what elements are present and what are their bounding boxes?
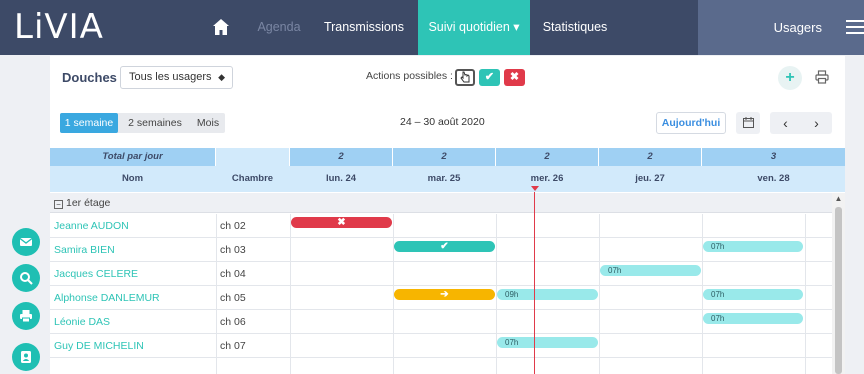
resident-room: ch 03 [220,244,246,256]
event-scheduled[interactable]: 09h [497,289,598,300]
app-logo[interactable]: LiVIA [14,6,104,48]
total-label: Total par jour [50,148,215,166]
scroll-up-icon[interactable]: ▲ [832,193,845,205]
scroll-thumb[interactable] [835,207,842,374]
resident-room: ch 05 [220,292,246,304]
action-validate-button[interactable]: ✔ [479,69,500,86]
col-name-header[interactable]: Nom [50,166,215,192]
floor-group-header[interactable]: −1er étage [50,193,832,213]
total-day-5: 3 [702,148,845,166]
range-selector: 1 semaine 2 semaines Mois [60,113,225,133]
total-day-4: 2 [599,148,701,166]
resident-name[interactable]: Léonie DAS [54,310,110,334]
event-scheduled[interactable]: 07h [600,265,701,276]
date-range: 24 – 30 août 2020 [400,116,485,128]
main-card: Douches Tous les usagers ◆ Actions possi… [50,56,845,374]
range-mois[interactable]: Mois [191,113,225,133]
event-done[interactable]: ✔ [394,241,495,252]
hamburger-icon[interactable] [846,20,864,34]
col-room-header[interactable]: Chambre [216,166,289,192]
table-row: Léonie DAS ch 06 07h [50,310,832,334]
mail-button[interactable] [12,228,40,256]
event-scheduled[interactable]: 07h [703,241,803,252]
nav-transmissions[interactable]: Transmissions [318,0,410,55]
resident-room: ch 07 [220,340,246,352]
event-postponed[interactable]: ➔ [394,289,495,300]
next-period-button[interactable]: › [801,112,832,134]
today-button[interactable]: Aujourd'hui [656,112,726,134]
nav-statistiques[interactable]: Statistiques [534,0,616,55]
actions-label: Actions possibles : [366,70,453,82]
total-day-1: 2 [290,148,392,166]
event-scheduled[interactable]: 07h [703,313,803,324]
usager-filter-select[interactable]: Tous les usagers ◆ [120,66,233,89]
usagers-menu: Usagers [698,0,864,55]
event-refused[interactable]: ✖ [291,217,392,228]
table-row: Samira BIEN ch 03 ✔ 07h [50,238,832,262]
action-hand-button[interactable] [455,69,475,86]
resident-room: ch 02 [220,220,246,232]
planning-grid: Total par jour 2 2 2 2 3 Nom Chambre lun… [50,148,845,374]
today-line [534,192,535,374]
day-header-3: mer. 26 [530,173,564,184]
table-row: Jeanne AUDON ch 02 ✖ [50,214,832,238]
vertical-scrollbar[interactable]: ▲ [832,193,845,374]
pointer-hand-icon [460,71,470,83]
action-refuse-button[interactable]: ✖ [504,69,525,86]
mail-icon [19,237,33,246]
prev-period-button[interactable]: ‹ [770,112,801,134]
nav-agenda[interactable]: Agenda [250,0,308,55]
home-icon[interactable] [212,18,230,36]
resident-name[interactable]: Alphonse DANLEMUR [54,286,160,310]
print-button[interactable] [12,302,40,330]
resident-name[interactable]: Jacques CELERE [54,262,138,286]
day-header-4: jeu. 27 [635,173,665,184]
floor-label: 1er étage [66,197,111,209]
calendar-icon [742,117,754,128]
print-icon [20,310,32,323]
totals-gap [216,148,289,166]
table-row: Guy DE MICHELIN ch 07 07h [50,334,832,358]
search-icon [20,272,33,285]
total-day-2: 2 [393,148,495,166]
nav-usagers[interactable]: Usagers [698,0,830,55]
resident-room: ch 04 [220,268,246,280]
range-toolbar: 1 semaine 2 semaines Mois 24 – 30 août 2… [50,102,845,144]
total-day-3: 2 [496,148,598,166]
columns-header: Nom Chambre lun. 24 mar. 25 mer. 26 jeu.… [50,166,845,192]
table-row: Jacques CELERE ch 04 07h [50,262,832,286]
event-scheduled[interactable]: 07h [497,337,598,348]
print-icon[interactable] [815,70,829,84]
day-header-2: mar. 25 [427,173,461,184]
table-row: Alphonse DANLEMUR ch 05 ➔ 09h 07h [50,286,832,310]
contact-button[interactable] [12,343,40,371]
period-nav: ‹ › [770,112,832,134]
card-toolbar: Douches Tous les usagers ◆ Actions possi… [50,56,845,100]
top-navbar: LiVIA Agenda Transmissions Suivi quotidi… [0,0,864,55]
resident-name[interactable]: Guy DE MICHELIN [54,334,144,358]
collapse-icon[interactable]: − [54,200,63,209]
resident-room: ch 06 [220,316,246,328]
day-header-5: ven. 28 [757,173,790,184]
table-row [50,358,832,374]
event-scheduled[interactable]: 07h [703,289,803,300]
search-button[interactable] [12,264,40,292]
day-header-1: lun. 24 [325,173,357,184]
usager-filter-value: Tous les usagers [129,71,212,83]
range-2-semaines[interactable]: 2 semaines [120,113,190,133]
totals-header: Total par jour 2 2 2 2 3 [50,148,845,166]
select-caret-icon: ◆ [218,72,225,82]
range-1-semaine[interactable]: 1 semaine [60,113,118,133]
page-title: Douches [62,70,117,85]
calendar-button[interactable] [736,112,760,134]
resident-name[interactable]: Samira BIEN [54,238,115,262]
contact-icon [21,351,31,363]
add-button[interactable]: + [778,66,802,90]
nav-suivi-quotidien[interactable]: Suivi quotidien ▾ [418,0,530,55]
today-marker-icon [531,186,539,191]
resident-name[interactable]: Jeanne AUDON [54,214,129,238]
